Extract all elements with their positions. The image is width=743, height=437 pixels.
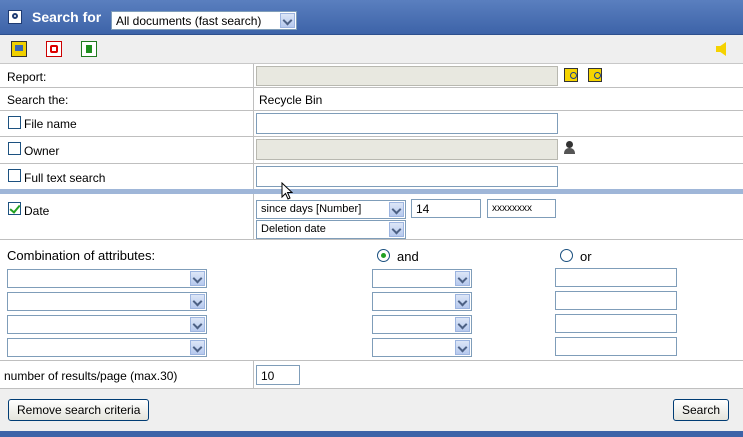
date-type-value: Deletion date	[261, 223, 326, 235]
operator-select-4[interactable]	[372, 338, 472, 357]
chevron-down-icon[interactable]	[455, 340, 470, 355]
column-divider	[253, 64, 254, 189]
or-label: or	[580, 249, 592, 264]
results-row: number of results/page (max.30) 10	[0, 361, 743, 389]
attribute-value-input-3[interactable]	[555, 314, 677, 333]
search-scope-value: All documents (fast search)	[116, 14, 262, 28]
or-radio[interactable]	[560, 249, 573, 262]
fulltext-label: Full text search	[24, 171, 106, 185]
attribute-value-input-2[interactable]	[555, 291, 677, 310]
search-button[interactable]: Search	[673, 399, 730, 421]
date-row: Date since days [Number] 14 xxxxxxxx Del…	[0, 194, 743, 240]
search-the-label: Search the:	[7, 93, 69, 107]
file-name-checkbox[interactable]	[8, 116, 21, 129]
attribute-select-3[interactable]	[7, 315, 207, 334]
excel-icon[interactable]	[81, 41, 97, 57]
owner-label: Owner	[24, 144, 60, 158]
combination-section: Combination of attributes: and or	[0, 240, 743, 361]
fulltext-input[interactable]	[256, 166, 558, 187]
operator-select-1[interactable]	[372, 269, 472, 288]
title-bar: Search for All documents (fast search)	[0, 0, 743, 35]
owner-field	[256, 139, 558, 160]
results-per-page-value: 10	[261, 369, 275, 383]
back-arrow-icon[interactable]	[716, 42, 726, 56]
chevron-down-icon[interactable]	[389, 202, 404, 217]
combination-label: Combination of attributes:	[7, 248, 156, 263]
chevron-down-icon[interactable]	[190, 294, 205, 309]
chevron-down-icon[interactable]	[389, 222, 404, 237]
file-name-row: File name	[0, 111, 743, 137]
operator-select-2[interactable]	[372, 292, 472, 311]
report-search-icon[interactable]	[564, 68, 578, 82]
search-the-value: Recycle Bin	[259, 93, 323, 107]
page-title: Search for	[32, 9, 102, 25]
column-divider	[253, 194, 254, 240]
date-extra-value: xxxxxxxx	[492, 203, 532, 214]
attribute-select-2[interactable]	[7, 292, 207, 311]
fulltext-checkbox[interactable]	[8, 169, 21, 182]
remove-search-criteria-button[interactable]: Remove search criteria	[8, 399, 150, 421]
search-scope-select[interactable]: All documents (fast search)	[111, 11, 297, 30]
date-days-value: 14	[416, 202, 430, 216]
bottom-border	[0, 431, 743, 437]
date-mode-value: since days [Number]	[261, 203, 362, 215]
report-select-icon[interactable]	[588, 68, 602, 82]
owner-row: Owner	[0, 137, 743, 164]
and-radio[interactable]	[377, 249, 390, 262]
date-label: Date	[24, 204, 50, 218]
file-name-label: File name	[24, 117, 77, 131]
chevron-down-icon[interactable]	[455, 271, 470, 286]
pdf-icon[interactable]	[46, 41, 62, 57]
save-icon[interactable]	[11, 41, 27, 57]
chevron-down-icon[interactable]	[455, 294, 470, 309]
report-label: Report:	[7, 70, 47, 84]
attribute-select-4[interactable]	[7, 338, 207, 357]
search-the-row: Search the: Recycle Bin	[0, 88, 743, 111]
date-mode-select[interactable]: since days [Number]	[256, 200, 406, 219]
date-checkbox[interactable]	[8, 202, 21, 215]
and-label: and	[397, 249, 419, 264]
mouse-cursor-icon	[281, 182, 293, 200]
footer: Remove search criteria Search	[0, 389, 743, 437]
file-name-input[interactable]	[256, 113, 558, 134]
chevron-down-icon[interactable]	[190, 271, 205, 286]
date-extra-input[interactable]: xxxxxxxx	[487, 199, 556, 218]
chevron-down-icon[interactable]	[190, 340, 205, 355]
user-select-icon[interactable]	[563, 141, 577, 155]
date-type-select[interactable]: Deletion date	[256, 220, 406, 239]
report-field	[256, 66, 558, 86]
report-row: Report:	[0, 64, 743, 88]
search-document-icon	[8, 10, 22, 24]
attribute-value-input-1[interactable]	[555, 268, 677, 287]
column-divider	[253, 361, 254, 389]
toolbar	[0, 35, 743, 64]
chevron-down-icon[interactable]	[190, 317, 205, 332]
fulltext-row: Full text search	[0, 164, 743, 189]
results-label: number of results/page (max.30)	[4, 369, 178, 383]
date-days-input[interactable]: 14	[411, 199, 481, 218]
attribute-value-input-4[interactable]	[555, 337, 677, 356]
results-per-page-input[interactable]: 10	[256, 365, 300, 385]
chevron-down-icon[interactable]	[280, 13, 295, 28]
operator-select-3[interactable]	[372, 315, 472, 334]
chevron-down-icon[interactable]	[455, 317, 470, 332]
attribute-select-1[interactable]	[7, 269, 207, 288]
owner-checkbox[interactable]	[8, 142, 21, 155]
